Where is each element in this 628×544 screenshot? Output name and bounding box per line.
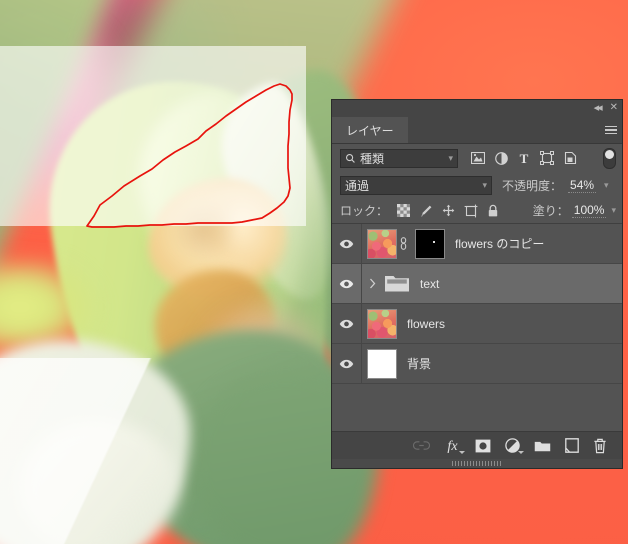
table-row[interactable]: flowers のコピー [332, 224, 622, 264]
filter-type-icon[interactable]: T [518, 152, 530, 165]
layers-panel-footer: fx [332, 431, 622, 459]
layer-thumbnail[interactable] [367, 348, 397, 379]
layer-visibility-toggle[interactable] [332, 224, 362, 263]
dropdown-caret-icon [518, 451, 524, 454]
double-chevron-left-icon[interactable]: ◂◂ [594, 101, 603, 115]
layer-visibility-toggle[interactable] [332, 304, 362, 343]
lock-row: ロック： 塗り： 100% ▾ [332, 198, 622, 224]
new-fill-adjustment-button[interactable] [505, 438, 524, 454]
lock-image-pixels-icon[interactable] [419, 204, 433, 218]
filter-smart-object-icon[interactable] [564, 151, 577, 165]
chevron-down-icon: ▾ [448, 152, 453, 163]
layers-panel[interactable]: ◂◂ ✕ レイヤー 種類 ▾ T 通過 ▾ 不透明度： 54% ▾ ロック： 塗… [331, 99, 623, 469]
eye-icon [339, 239, 354, 248]
table-row[interactable]: 背景 [332, 344, 622, 384]
panel-titlebar: ◂◂ ✕ [332, 100, 622, 117]
layer-mask-thumbnail[interactable] [415, 228, 445, 259]
filter-pixel-icon[interactable] [471, 152, 485, 164]
folder-icon [384, 272, 410, 296]
lock-artboard-nesting-icon[interactable] [464, 204, 478, 218]
tab-layers[interactable]: レイヤー [332, 117, 408, 143]
lock-label: ロック： [340, 204, 389, 218]
filter-kind-select[interactable]: 種類 ▾ [340, 148, 458, 168]
fill-value[interactable]: 100% [571, 203, 607, 218]
layer-filter-row: 種類 ▾ T [332, 144, 622, 172]
filter-kind-label: 種類 [360, 151, 385, 166]
blend-opacity-row: 通過 ▾ 不透明度： 54% ▾ [332, 172, 622, 198]
panel-resize-grip[interactable] [332, 459, 622, 468]
filter-shape-icon[interactable] [540, 151, 554, 165]
close-icon[interactable]: ✕ [610, 101, 618, 115]
delete-layer-button[interactable] [593, 438, 607, 454]
layer-list: flowers のコピー text flowers 背景 [332, 224, 622, 446]
panel-tab-row: レイヤー [332, 117, 622, 144]
screenshot-root: ◂◂ ✕ レイヤー 種類 ▾ T 通過 ▾ 不透明度： 54% ▾ ロック： 塗… [0, 0, 628, 544]
group-expand-chevron-icon[interactable] [366, 278, 379, 289]
blend-mode-select[interactable]: 通過 ▾ [340, 175, 492, 195]
link-layers-button[interactable] [413, 440, 430, 451]
fill-chevron-down-icon[interactable]: ▾ [611, 205, 616, 216]
layer-visibility-toggle[interactable] [332, 264, 362, 303]
new-layer-button[interactable] [565, 438, 579, 453]
lock-position-icon[interactable] [442, 204, 455, 217]
layer-name[interactable]: 背景 [407, 355, 431, 372]
layer-thumbnail[interactable] [367, 308, 397, 339]
filter-enable-toggle[interactable] [603, 147, 616, 169]
eye-icon [339, 319, 354, 328]
layer-name[interactable]: text [420, 277, 439, 291]
layer-name[interactable]: flowers [407, 317, 445, 331]
blend-mode-value: 通過 [345, 178, 370, 193]
tab-empty-area [407, 117, 600, 143]
lock-all-icon[interactable] [487, 204, 499, 218]
opacity-value[interactable]: 54% [568, 178, 597, 193]
table-row[interactable]: flowers [332, 304, 622, 344]
eye-icon [339, 279, 354, 288]
canvas-yellow-lower-left [0, 262, 110, 352]
table-row[interactable]: text [332, 264, 622, 304]
chevron-down-icon: ▾ [482, 179, 487, 190]
layer-name[interactable]: flowers のコピー [455, 235, 544, 252]
mask-link-icon[interactable] [397, 237, 410, 250]
canvas-inner-petal-fold [168, 198, 238, 262]
opacity-label: 不透明度： [502, 178, 563, 193]
add-layer-mask-button[interactable] [475, 439, 491, 453]
layer-thumbnail[interactable] [367, 228, 397, 259]
tab-layers-label: レイヤー [346, 123, 394, 138]
layer-visibility-toggle[interactable] [332, 344, 362, 383]
eye-icon [339, 359, 354, 368]
new-group-button[interactable] [534, 439, 551, 453]
panel-menu-icon[interactable] [600, 117, 622, 143]
search-icon [346, 153, 355, 163]
svg-text:T: T [520, 152, 529, 165]
filter-adjustment-icon[interactable] [495, 151, 508, 165]
fill-label: 塗り： [532, 204, 569, 218]
svg-text:fx: fx [447, 438, 458, 453]
dropdown-caret-icon [459, 451, 465, 454]
lock-transparent-pixels-icon[interactable] [397, 204, 411, 217]
layer-style-button[interactable]: fx [444, 438, 465, 454]
opacity-chevron-down-icon[interactable]: ▾ [604, 180, 609, 191]
